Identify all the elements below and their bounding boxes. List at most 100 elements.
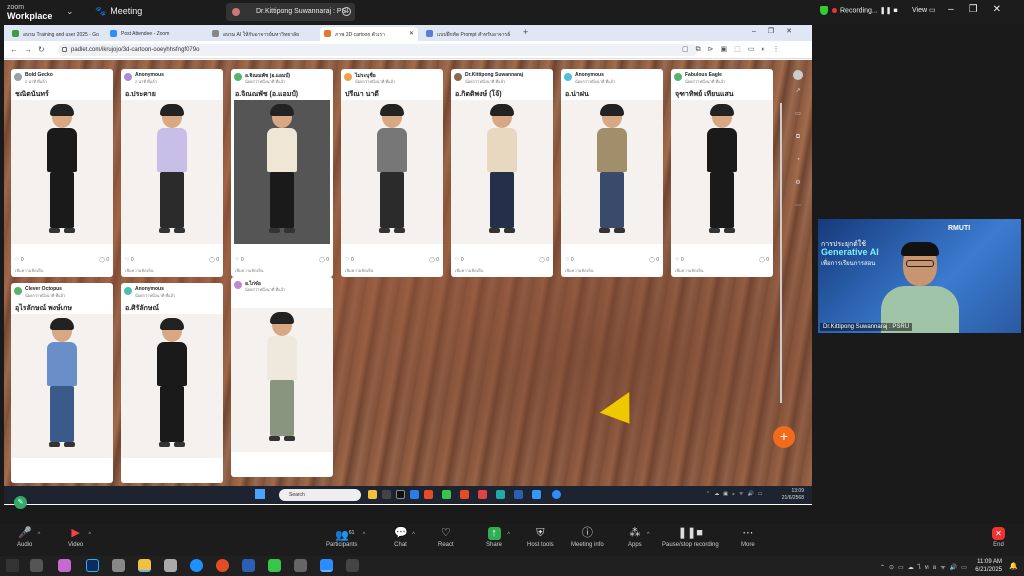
share-icon[interactable]: ↗ xyxy=(792,80,804,103)
add-comment[interactable]: เพิ่มความคิดเห็น xyxy=(345,267,373,274)
view-button[interactable]: View ▭ xyxy=(912,6,936,14)
app-icon[interactable] xyxy=(164,559,177,572)
post-image[interactable] xyxy=(121,100,223,244)
zoom-icon[interactable] xyxy=(552,490,561,499)
chat-button[interactable]: 💬 Chat ^ xyxy=(394,527,415,548)
slideshow-icon[interactable]: ▭ xyxy=(792,103,804,126)
back-icon[interactable]: ← xyxy=(10,45,24,54)
meeting-tab[interactable]: 🐾 Meeting xyxy=(91,6,142,17)
chrome-icon[interactable] xyxy=(478,490,487,499)
app-icon[interactable] xyxy=(496,490,505,499)
participants-button[interactable]: 👥61 Participants ^ xyxy=(326,527,365,548)
padlet-post-card[interactable]: อ.จิณณพัช (อ.แอมป์) น้อยกว่าหนึ่งนาที ที่… xyxy=(231,69,333,277)
photoshop-icon[interactable] xyxy=(86,559,99,572)
zoom-workplace-logo[interactable]: zoom Workplace xyxy=(7,3,52,21)
site-info-icon[interactable] xyxy=(62,47,67,52)
add-comment[interactable]: เพิ่มความคิดเห็น xyxy=(125,267,153,274)
padlet-post-card[interactable]: Fabulous Eagle น้อยกว่าหนึ่งนาที ที่แล้วจ… xyxy=(671,69,773,277)
padlet-post-card[interactable]: Bold Gecko 2 นาที ที่แล้ว ชณิตนันทร์ ♡ 0 ◯ 0… xyxy=(11,69,113,277)
line-icon[interactable] xyxy=(442,490,451,499)
app-icon[interactable] xyxy=(410,490,419,499)
scrollbar[interactable] xyxy=(780,103,782,403)
notification-icon[interactable]: 🔔 xyxy=(1009,562,1018,570)
post-image[interactable] xyxy=(11,314,113,458)
more-icon[interactable]: ⋯ xyxy=(792,195,804,218)
start-icon[interactable] xyxy=(30,559,43,572)
chevron-up-icon[interactable]: ^ xyxy=(647,532,650,538)
windows-start-icon[interactable] xyxy=(255,489,265,499)
browser-tab[interactable]: อบรม Training and user 2025 - Go xyxy=(8,27,104,41)
os-clock[interactable]: 11:09 AM 6/21/2025 xyxy=(975,558,1002,574)
widgets-icon[interactable] xyxy=(6,559,19,572)
app-icon[interactable] xyxy=(532,490,541,499)
settings-icon[interactable]: ⚙ xyxy=(792,172,804,195)
browser-window-controls[interactable]: –❐✕ xyxy=(752,27,804,35)
annotate-pen-icon[interactable]: ✎ xyxy=(14,496,27,509)
edge-icon[interactable] xyxy=(190,559,203,572)
more-button[interactable]: ⋯ More xyxy=(741,527,755,548)
browser-tab[interactable]: แบบฝึกหัด Prompt สำหรับอาจารย์ xyxy=(422,27,520,41)
post-image[interactable] xyxy=(561,100,663,244)
forward-icon[interactable]: → xyxy=(24,45,38,54)
add-comment[interactable]: เพิ่มความคิดเห็น xyxy=(235,267,263,274)
word-icon[interactable] xyxy=(242,559,255,572)
browser-tab[interactable]: อบรม AI ให้กับอาจารย์มหาวิทยาลัย xyxy=(208,27,318,41)
taskbar-search[interactable]: Search xyxy=(279,489,361,501)
chrome-icon[interactable] xyxy=(424,490,433,499)
video-button[interactable]: ▶ Video ^ xyxy=(68,527,91,548)
folder-icon[interactable] xyxy=(368,490,377,499)
zoom-icon[interactable] xyxy=(320,559,333,572)
system-tray[interactable]: ⌃☁▣◒ᯤ🔊▭ xyxy=(706,491,766,497)
app-icon[interactable] xyxy=(382,490,391,499)
url-field[interactable]: padlet.com/ikrujojo/3d-cartoon-ooeyhhsfn… xyxy=(58,44,698,56)
recording-indicator[interactable]: Recording... ❚❚ ■ xyxy=(820,6,898,15)
word-icon[interactable] xyxy=(514,490,523,499)
reload-icon[interactable]: ↻ xyxy=(38,45,51,54)
browser-tab-active[interactable]: ภาพ 3D cartoon ตัวเรา ✕ xyxy=(320,27,418,41)
add-comment[interactable]: เพิ่มความคิดเห็น xyxy=(15,267,43,274)
chevron-up-icon[interactable]: ^ xyxy=(363,532,366,538)
remake-icon[interactable]: ⧉ xyxy=(792,126,804,149)
close-tab-icon[interactable]: ✕ xyxy=(409,30,414,37)
close-icon[interactable]: ✕ xyxy=(993,4,1016,15)
extension-icons[interactable]: ▢⧉⊳▣⬚▭◐⋮ xyxy=(682,45,787,54)
chevron-up-icon[interactable]: ^ xyxy=(38,532,41,538)
screen-share-tab[interactable]: Dr.Kittipong Suwannaraj : PSI … xyxy=(226,3,355,21)
maximize-icon[interactable]: ❐ xyxy=(969,4,993,15)
padlet-post-card[interactable]: Anonymous 2 นาที ที่แล้ว อ.ประคาย ♡ 0 ◯ 0 เพิ… xyxy=(121,69,223,277)
settings-icon[interactable] xyxy=(294,559,307,572)
chevron-up-icon[interactable]: ^ xyxy=(88,532,91,538)
chevron-down-icon[interactable]: ⌄ xyxy=(66,6,74,17)
padlet-post-card[interactable]: อ.ไก่จ๋อ น้อยกว่าหนึ่งนาที ที่แล้ว xyxy=(231,277,333,477)
padlet-post-card[interactable]: Anonymous น้อยกว่าหนึ่งนาที ที่แล้ว อ.น่าฝ… xyxy=(561,69,663,277)
more-options-icon[interactable]: … xyxy=(342,7,351,16)
app-icon[interactable] xyxy=(346,559,359,572)
post-image[interactable] xyxy=(341,100,443,244)
share-button[interactable]: ↑ Share ^ xyxy=(486,527,510,548)
apps-button[interactable]: ⁂ Apps ^ xyxy=(628,527,650,548)
app-icon[interactable] xyxy=(112,559,125,572)
audio-button[interactable]: 🎤 Audio ^ xyxy=(17,527,40,548)
meeting-info-button[interactable]: ⓘ Meeting info xyxy=(571,527,604,548)
participant-video-tile[interactable]: RMUTI การประยุกต์ใช้ Generative AI เพื่อ… xyxy=(818,219,1021,333)
os-system-tray[interactable]: ⌃⊙▭☁ไทยᯤ🔊▭ xyxy=(880,562,971,572)
window-controls[interactable]: –❐✕ xyxy=(948,4,1016,15)
input-language[interactable]: ไทย xyxy=(918,565,941,571)
tiktok-icon[interactable] xyxy=(396,490,405,499)
chrome-icon[interactable] xyxy=(216,559,229,572)
post-image[interactable] xyxy=(234,100,330,244)
new-tab-icon[interactable]: + xyxy=(523,27,528,37)
copilot-icon[interactable] xyxy=(58,559,71,572)
add-comment[interactable]: เพิ่มความคิดเห็น xyxy=(675,267,703,274)
padlet-post-card[interactable]: Anonymous น้อยกว่าหนึ่งนาที ที่แล้ว อ.ศิรั… xyxy=(121,283,223,483)
add-comment[interactable]: เพิ่มความคิดเห็น xyxy=(565,267,593,274)
post-image[interactable] xyxy=(451,100,553,244)
post-image[interactable] xyxy=(11,100,113,244)
chevron-up-icon[interactable]: ^ xyxy=(412,532,415,538)
host-tools-button[interactable]: ⛨ Host tools xyxy=(527,527,554,548)
add-comment[interactable]: เพิ่มความคิดเห็น xyxy=(455,267,483,274)
pause-recording-button[interactable]: ❚❚■ Pause/stop recording xyxy=(662,527,719,548)
post-image[interactable] xyxy=(671,100,773,244)
padlet-post-card[interactable]: ไม่ระบุชื่อ น้อยกว่าหนึ่งนาที ที่แล้ว ปรีณ… xyxy=(341,69,443,277)
bell-icon[interactable]: ◔ xyxy=(792,149,804,172)
